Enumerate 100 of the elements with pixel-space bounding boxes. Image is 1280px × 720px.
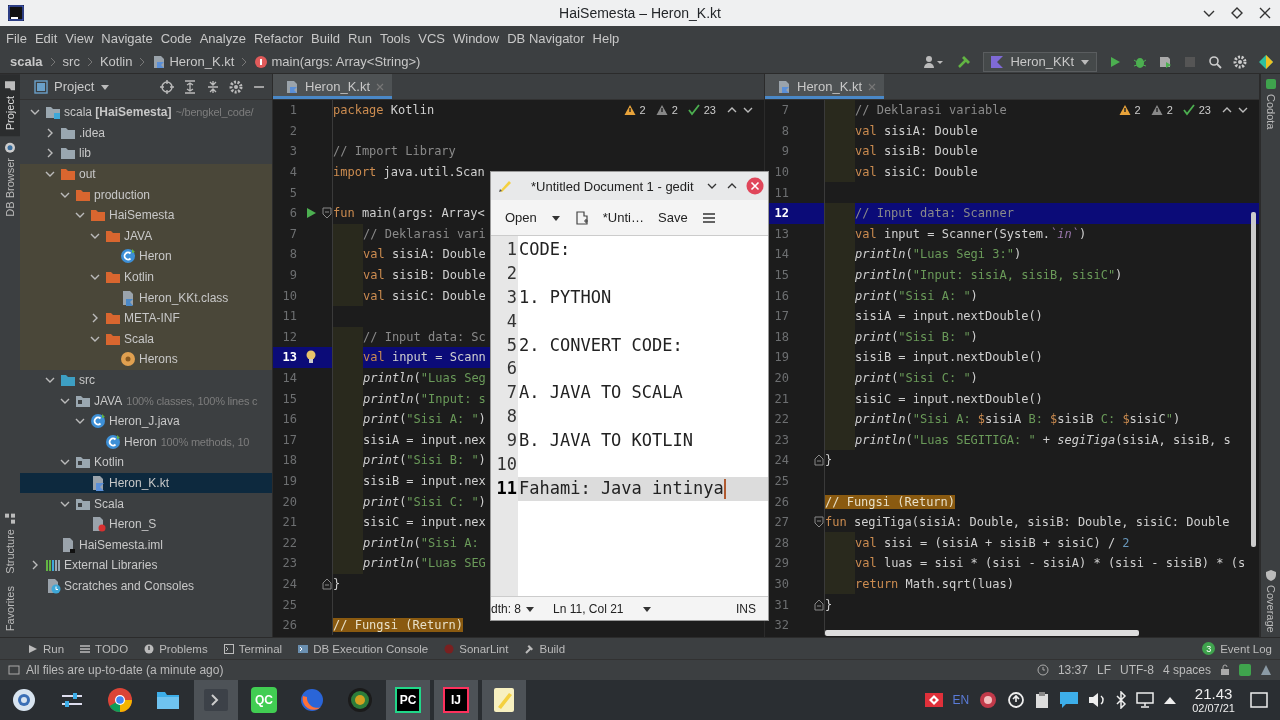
run-icon[interactable]	[304, 207, 317, 220]
expand-tray-icon[interactable]	[1163, 695, 1178, 705]
new-tab-icon[interactable]	[574, 210, 589, 225]
chat-icon[interactable]	[1059, 691, 1080, 709]
tool-window-button[interactable]: Run	[28, 642, 65, 655]
network-icon[interactable]	[1136, 692, 1155, 708]
fold-icon[interactable]	[814, 598, 824, 611]
open-button[interactable]: Open	[505, 210, 537, 225]
tree-item[interactable]: External Libraries	[20, 555, 272, 576]
show-desktop-icon[interactable]	[1250, 691, 1268, 709]
file-encoding[interactable]: UTF-8	[1119, 663, 1154, 677]
maximize-icon[interactable]	[1230, 6, 1244, 20]
record-icon[interactable]	[978, 690, 999, 710]
tool-window-button[interactable]: Problems	[144, 642, 208, 655]
tree-item[interactable]: Heron_K.kt	[20, 472, 272, 494]
tree-item[interactable]: META-INF	[20, 307, 272, 329]
tree-item[interactable]: production	[20, 184, 272, 205]
locate-icon[interactable]	[160, 79, 174, 94]
tool-window-button[interactable]: Coverage	[1261, 565, 1280, 637]
breadcrumb[interactable]: scala	[10, 54, 43, 69]
tree-item[interactable]: Heron	[20, 246, 272, 267]
tool-window-button[interactable]: DB Browser	[0, 136, 20, 223]
tree-item[interactable]: out	[20, 163, 272, 185]
hammer-icon[interactable]	[956, 53, 973, 70]
event-log-button[interactable]: 3 Event Log	[1202, 642, 1272, 655]
tree-item[interactable]: Heron_J.java	[20, 410, 272, 432]
remote-desktop-icon[interactable]	[923, 690, 944, 710]
breadcrumb[interactable]: Kotlin	[99, 54, 133, 69]
menu-item[interactable]: Run	[344, 30, 376, 46]
tree-item[interactable]: src	[20, 369, 272, 391]
user-icon[interactable]	[923, 54, 946, 69]
editor-tab[interactable]: Heron_K.kt	[765, 74, 885, 99]
fold-icon[interactable]	[814, 516, 824, 529]
tree-item[interactable]: Heron 100% methods, 10	[20, 431, 272, 453]
expand-all-icon[interactable]	[183, 79, 197, 94]
line-separator[interactable]: LF	[1096, 663, 1111, 677]
tree-item[interactable]: Herons	[20, 349, 272, 370]
tree-item[interactable]: Kotlin	[20, 266, 272, 288]
fold-icon[interactable]	[322, 577, 332, 590]
menu-item[interactable]: Window	[448, 30, 504, 46]
menu-item[interactable]: VCS	[414, 30, 449, 46]
tree-item[interactable]: HaiSemesta.iml	[20, 534, 272, 556]
settings-icon[interactable]	[1233, 54, 1247, 69]
fold-icon[interactable]	[814, 454, 824, 467]
run-configuration-dropdown[interactable]: Heron_KKt	[983, 51, 1097, 72]
keyboard-layout[interactable]: EN	[952, 693, 970, 707]
run-icon[interactable]	[1108, 54, 1122, 69]
clipboard-icon[interactable]	[1034, 691, 1051, 709]
breadcrumb[interactable]: src	[62, 54, 80, 69]
bluetooth-icon[interactable]	[1115, 691, 1128, 709]
tree-item[interactable]: Heron_S	[20, 513, 272, 535]
menu-item[interactable]: Build	[307, 30, 344, 46]
taskbar-button[interactable]	[482, 680, 526, 720]
scrollbar[interactable]	[1251, 212, 1256, 547]
tree-item[interactable]: Kotlin	[20, 452, 272, 473]
tree-item[interactable]: HaiSemesta	[20, 204, 272, 226]
tool-window-button[interactable]: Structure	[0, 507, 20, 580]
caret-position[interactable]: 13:37	[1057, 663, 1088, 677]
menu-item[interactable]: Code	[156, 30, 196, 46]
tree-item[interactable]: Scala	[20, 328, 272, 350]
menu-item[interactable]: DB Navigator	[503, 30, 589, 46]
breadcrumb[interactable]: main(args: Array<String>)	[254, 54, 421, 69]
menu-item[interactable]: Help	[588, 30, 624, 46]
tree-item[interactable]: scala [HaiSemesta] ~/bengkel_code/	[20, 102, 272, 123]
menu-item[interactable]: Tools	[375, 30, 415, 46]
update-icon[interactable]	[1007, 691, 1026, 709]
settings-icon[interactable]	[229, 79, 243, 94]
menu-item[interactable]: View	[61, 30, 98, 46]
lock-icon[interactable]	[1220, 664, 1230, 676]
tree-item[interactable]: lib	[20, 143, 272, 164]
tool-window-button[interactable]: TODO	[80, 642, 129, 655]
tool-window-button[interactable]: Favorites	[0, 579, 20, 637]
document-tab[interactable]: *Unti…	[602, 210, 644, 225]
tool-window-button[interactable]: Project	[0, 74, 20, 137]
project-view-dropdown[interactable]: Project	[34, 79, 111, 94]
tree-item[interactable]: Heron_KKt.class	[20, 287, 272, 308]
close-icon[interactable]	[1258, 6, 1272, 20]
tool-window-button[interactable]: Codota	[1261, 74, 1280, 134]
inspector-icon[interactable]	[1260, 664, 1272, 676]
tree-item[interactable]: Scala	[20, 493, 272, 514]
text-area[interactable]: CODE: 1. PYTHON 2. CONVERT CODE: A. JAVA TO SCALA B. JAVA TO KOTLIN Fahami: Java intinya	[518, 236, 768, 596]
scrollbar[interactable]	[825, 630, 1139, 636]
tool-window-button[interactable]: Terminal	[223, 642, 283, 655]
search-icon[interactable]	[1208, 54, 1222, 69]
coverage-icon[interactable]	[1158, 54, 1172, 69]
collapse-all-icon[interactable]	[206, 79, 220, 94]
menu-item[interactable]: Refactor	[249, 30, 308, 46]
bulb-icon[interactable]	[304, 350, 317, 365]
tab-width-dropdown[interactable]: dth: 8	[491, 601, 536, 616]
save-button[interactable]: Save	[658, 210, 688, 225]
menu-item[interactable]: File	[2, 30, 31, 46]
tool-window-button[interactable]: Build	[524, 642, 566, 655]
tree-item[interactable]: JAVA	[20, 225, 272, 247]
tree-item[interactable]: Scratches and Consoles	[20, 575, 272, 597]
menu-item[interactable]: Analyze	[195, 30, 250, 46]
menu-item[interactable]: Edit	[30, 30, 62, 46]
indent-setting[interactable]: 4 spaces	[1162, 663, 1211, 677]
fold-icon[interactable]	[322, 207, 332, 220]
panel-toggle-icon[interactable]	[8, 664, 20, 676]
taskbar-button[interactable]: PC	[386, 680, 430, 720]
